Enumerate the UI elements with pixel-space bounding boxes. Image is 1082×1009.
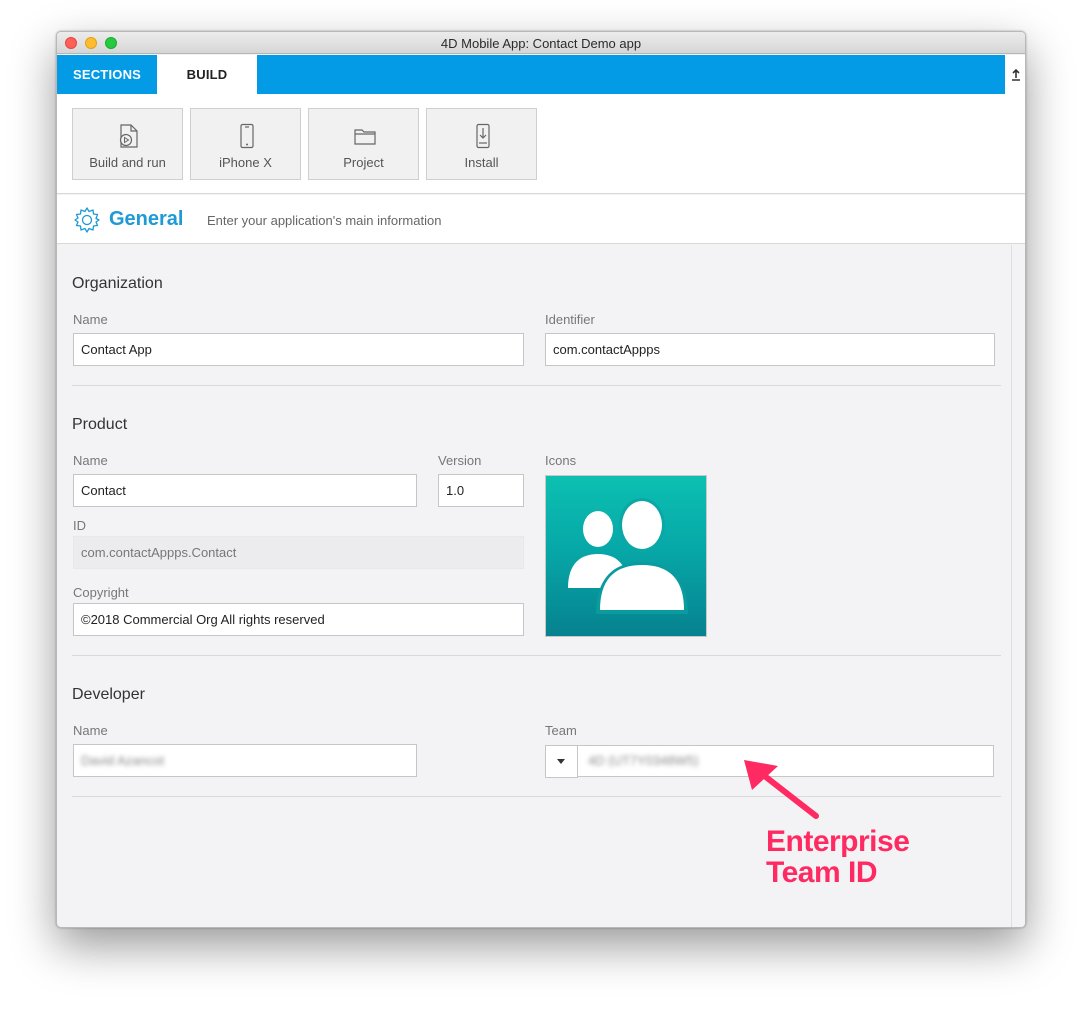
developer-title: Developer xyxy=(72,686,145,703)
install-label: Install xyxy=(464,155,499,170)
team-value: 4D (UT7Y0348W5) xyxy=(588,753,699,768)
identifier-label: Identifier xyxy=(545,312,595,327)
identifier-field[interactable]: com.contactAppps xyxy=(545,333,995,366)
folder-icon xyxy=(354,129,376,145)
team-label: Team xyxy=(545,723,577,738)
app-window: 4D Mobile App: Contact Demo app SECTIONS… xyxy=(56,31,1026,928)
product-title: Product xyxy=(72,416,128,433)
annotation-line-1: Enterprise xyxy=(766,825,910,858)
export-button[interactable] xyxy=(1005,55,1025,94)
tab-build[interactable]: BUILD xyxy=(157,55,257,94)
organization-title: Organization xyxy=(72,275,163,292)
main-tab-bar: SECTIONS BUILD xyxy=(57,55,1005,94)
product-name-field[interactable]: Contact xyxy=(73,474,417,507)
developer-divider xyxy=(72,796,1001,797)
gear-icon xyxy=(74,207,100,233)
chevron-down-icon xyxy=(557,759,565,764)
iphone-x-label: iPhone X xyxy=(219,155,272,170)
copyright-field[interactable]: ©2018 Commercial Org All rights reserved xyxy=(73,603,524,636)
version-label: Version xyxy=(438,453,482,468)
icons-label: Icons xyxy=(545,453,577,468)
copyright-label: Copyright xyxy=(73,585,129,600)
tab-sections[interactable]: SECTIONS xyxy=(57,55,157,94)
title-bar: 4D Mobile App: Contact Demo app xyxy=(57,32,1025,54)
developer-name-value: David Azancot xyxy=(81,753,165,768)
window-title: 4D Mobile App: Contact Demo app xyxy=(440,36,642,51)
section-header: General Enter your application's main in… xyxy=(57,195,1025,244)
org-name-field[interactable]: Contact App xyxy=(73,333,524,366)
annotation-arrow xyxy=(744,760,819,819)
organization-divider xyxy=(72,385,1001,386)
build-and-run-button[interactable]: Build and run xyxy=(72,108,183,180)
iphone-x-button[interactable]: iPhone X xyxy=(190,108,301,180)
export-icon xyxy=(1012,69,1020,81)
version-field[interactable]: 1.0 xyxy=(438,474,524,507)
build-and-run-label: Build and run xyxy=(89,155,166,170)
annotation-line-2: Team ID xyxy=(766,856,877,889)
iphone-icon xyxy=(240,123,254,149)
id-label: ID xyxy=(73,518,86,533)
app-icon-well[interactable] xyxy=(545,475,707,637)
page-subtitle: Enter your application's main informatio… xyxy=(207,213,442,228)
contacts-icon xyxy=(568,498,688,614)
page-title: General xyxy=(109,208,184,230)
id-field: com.contactAppps.Contact xyxy=(73,536,524,569)
install-icon xyxy=(476,123,490,149)
developer-name-label: Name xyxy=(73,723,108,738)
install-button[interactable]: Install xyxy=(426,108,537,180)
product-name-label: Name xyxy=(73,453,108,468)
annotation-label: Enterprise Team ID xyxy=(766,825,910,889)
team-dropdown-button[interactable] xyxy=(545,745,578,778)
vertical-scrollbar[interactable] xyxy=(1011,245,1025,927)
org-name-label: Name xyxy=(73,312,108,327)
developer-name-field[interactable]: David Azancot xyxy=(73,744,417,777)
build-toolbar: Build and run iPhone X Project Install xyxy=(57,94,1025,194)
build-run-icon xyxy=(119,124,138,148)
project-label: Project xyxy=(343,155,384,170)
product-divider xyxy=(72,655,1001,656)
project-button[interactable]: Project xyxy=(308,108,419,180)
